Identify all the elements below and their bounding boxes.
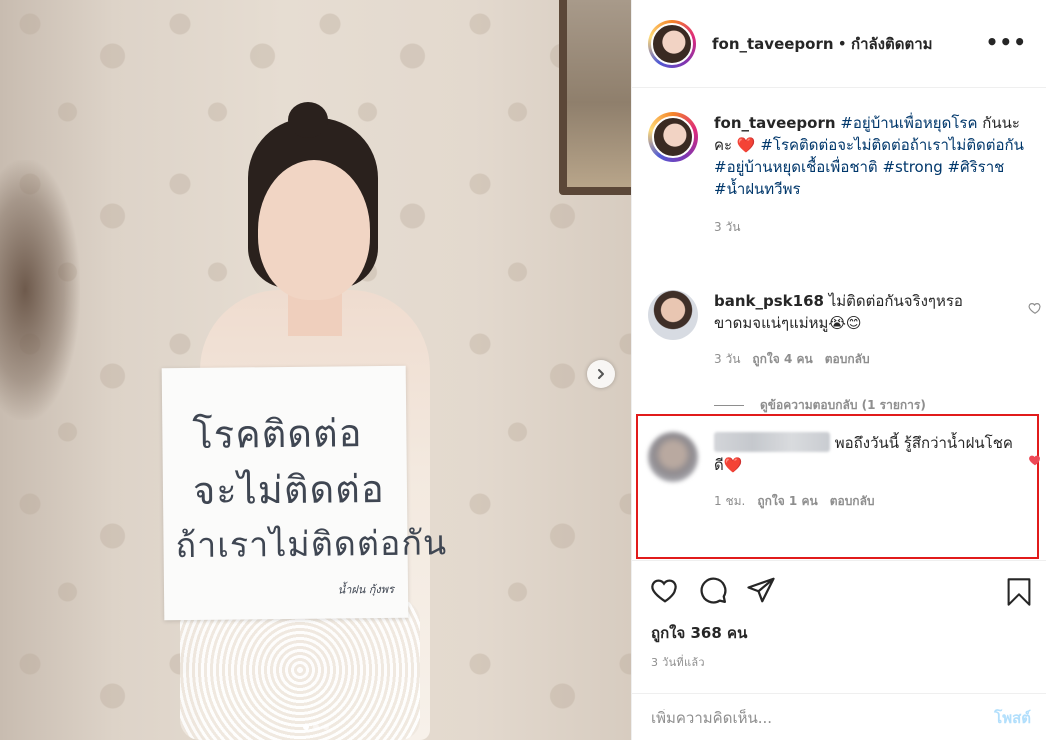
post-header: fon_taveeporn • กำลังติดตาม ••• bbox=[632, 0, 1046, 88]
hashtag-link[interactable]: #ศิริราช bbox=[943, 158, 1005, 176]
caption-fragment: ❤️ bbox=[736, 136, 756, 154]
caption-time[interactable]: 3 วัน bbox=[714, 216, 1024, 238]
post-actions: ถูกใจ 368 คน 3 วันที่แล้ว โพสต์ bbox=[632, 560, 1046, 740]
sign-line-3: ถ้าเราไม่ติดต่อกัน bbox=[175, 523, 448, 567]
reply-button[interactable]: ตอบกลับ bbox=[830, 490, 875, 512]
comment-icon[interactable] bbox=[698, 575, 728, 605]
comment-avatar[interactable] bbox=[648, 432, 698, 482]
caption-text: fon_taveeporn #อยู่บ้านเพื่อหยุดโรค กันน… bbox=[714, 112, 1024, 200]
comment-likes[interactable]: ถูกใจ 4 คน bbox=[752, 348, 812, 370]
comment-item: bank_psk168 ไม่ติดต่อกันจริงๆหรอ ขาดมจแน… bbox=[648, 290, 1041, 370]
carousel-dot bbox=[302, 724, 309, 730]
carousel-next-button[interactable] bbox=[587, 360, 615, 388]
view-replies-label: ดูข้อความตอบกลับ (1 รายการ) bbox=[760, 398, 926, 412]
hashtag-link[interactable]: #อยู่บ้านเพื่อหยุดโรค bbox=[840, 114, 977, 132]
comment-avatar[interactable] bbox=[648, 290, 698, 340]
caption-username[interactable]: fon_taveeporn bbox=[714, 114, 836, 132]
comment-username[interactable]: bank_psk168 bbox=[714, 292, 824, 310]
caption-avatar[interactable] bbox=[648, 112, 698, 162]
view-replies-button[interactable]: ดูข้อความตอบกลับ (1 รายการ) bbox=[714, 396, 926, 415]
post-sidebar: fon_taveeporn • กำลังติดตาม ••• fon_tave… bbox=[631, 0, 1046, 740]
comment-time[interactable]: 1 ชม. bbox=[714, 490, 745, 512]
author-username[interactable]: fon_taveeporn bbox=[712, 35, 834, 53]
comment-likes[interactable]: ถูกใจ 1 คน bbox=[757, 490, 817, 512]
header-separator: • bbox=[837, 34, 847, 53]
carousel-dot bbox=[312, 724, 319, 730]
share-icon[interactable] bbox=[746, 575, 776, 605]
carousel-dot bbox=[322, 724, 329, 730]
chevron-right-icon bbox=[595, 365, 607, 384]
more-options-icon[interactable]: ••• bbox=[986, 30, 1027, 54]
comment-time[interactable]: 3 วัน bbox=[714, 348, 740, 370]
post-caption: fon_taveeporn #อยู่บ้านเพื่อหยุดโรค กันน… bbox=[648, 112, 1038, 238]
follow-status[interactable]: กำลังติดตาม bbox=[851, 32, 933, 56]
author-avatar[interactable] bbox=[648, 19, 696, 68]
handwritten-sign: โรคติดต่อ จะไม่ติดต่อ ถ้าเราไม่ติดต่อกัน… bbox=[161, 365, 448, 621]
comment-like-heart-icon[interactable] bbox=[1028, 300, 1042, 319]
post-photo[interactable]: โรคติดต่อ จะไม่ติดต่อ ถ้าเราไม่ติดต่อกัน… bbox=[0, 0, 631, 740]
heart-icon[interactable] bbox=[650, 575, 680, 605]
bookmark-icon[interactable] bbox=[1005, 577, 1033, 607]
reply-button[interactable]: ตอบกลับ bbox=[825, 348, 870, 370]
sign-line-1: โรคติดต่อ bbox=[192, 411, 363, 457]
add-comment-bar: โพสต์ bbox=[632, 693, 1046, 740]
hashtag-link[interactable]: #strong bbox=[878, 158, 942, 176]
post-timestamp[interactable]: 3 วันที่แล้ว bbox=[651, 653, 705, 671]
carousel-indicator bbox=[0, 724, 631, 730]
hashtag-link[interactable]: #โรคติดต่อจะไม่ติดต่อถ้าเราไม่ติดต่อกัน bbox=[756, 136, 1024, 154]
redacted-username bbox=[714, 432, 830, 452]
hashtag-link[interactable]: #น้ำฝนทวีพร bbox=[714, 180, 801, 198]
comment-item: พอถึงวันนี้ รู้สึกว่าน้ำฝนโชคดี❤️ 1 ชม. … bbox=[648, 432, 1040, 512]
sign-line-2: จะไม่ติดต่อ bbox=[192, 466, 385, 513]
shadow bbox=[0, 160, 80, 420]
like-count[interactable]: ถูกใจ 368 คน bbox=[651, 621, 747, 645]
comment-input[interactable] bbox=[651, 708, 995, 727]
wall-frame bbox=[559, 0, 631, 195]
post-comment-button[interactable]: โพสต์ bbox=[994, 706, 1031, 730]
hashtag-link[interactable]: #อยู่บ้านหยุดเชื้อเพื่อชาติ bbox=[714, 158, 878, 176]
comment-liked-heart-icon[interactable] bbox=[1028, 452, 1042, 471]
sign-signature: น้ำฝน กุ้งพร bbox=[337, 582, 395, 597]
